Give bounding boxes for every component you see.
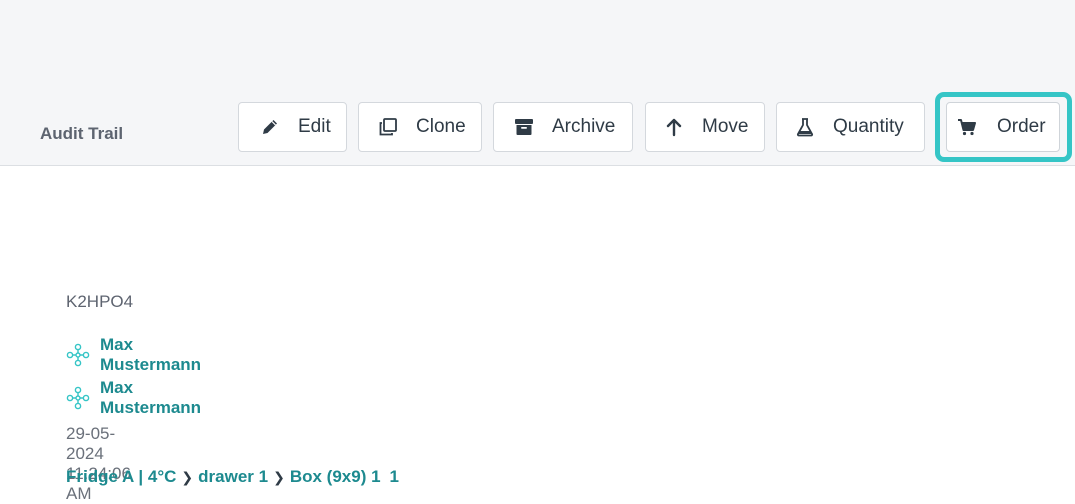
user-network-icon bbox=[66, 386, 90, 410]
edit-button[interactable]: Edit bbox=[238, 102, 347, 152]
location-box-link[interactable]: Box (9x9) 1 bbox=[290, 467, 381, 487]
chevron-right-icon: ❯ bbox=[181, 468, 194, 485]
flask-icon bbox=[793, 115, 817, 139]
copy-icon bbox=[376, 115, 400, 139]
clone-button-label: Clone bbox=[416, 116, 466, 137]
owner-user-link[interactable]: Max Mustermann bbox=[66, 378, 201, 418]
pencil-icon bbox=[258, 115, 282, 139]
move-button-label: Move bbox=[702, 116, 749, 137]
archive-button-label: Archive bbox=[552, 116, 616, 137]
audit-trail-link[interactable]: Audit Trail bbox=[40, 124, 123, 144]
move-button[interactable]: Move bbox=[645, 102, 765, 152]
edit-button-label: Edit bbox=[298, 116, 331, 137]
arrow-up-icon bbox=[662, 115, 686, 139]
location-position[interactable]: 1 bbox=[390, 467, 399, 487]
top-toolbar-area: Audit Trail Edit Clone Archive Move Quan… bbox=[0, 0, 1075, 166]
location-breadcrumb: Fridge A | 4°C ❯ drawer 1 ❯ Box (9x9) 1 … bbox=[66, 467, 399, 487]
shopping-cart-icon bbox=[955, 115, 979, 139]
quantity-button[interactable]: Quantity bbox=[776, 102, 925, 152]
timestamp: 29-05-2024 11:24:06 AM bbox=[66, 424, 131, 503]
order-button[interactable]: Order bbox=[946, 102, 1060, 152]
created-by-user-link[interactable]: Max Mustermann bbox=[66, 335, 201, 375]
owner-user-name: Max Mustermann bbox=[100, 378, 202, 417]
archive-box-icon bbox=[512, 115, 536, 139]
clone-button[interactable]: Clone bbox=[358, 102, 482, 152]
item-details: K2HPO4 Max Mustermann Max Mustermann 29-… bbox=[66, 292, 399, 503]
location-drawer-link[interactable]: drawer 1 bbox=[198, 467, 268, 487]
user-network-icon bbox=[66, 343, 90, 367]
quantity-button-label: Quantity bbox=[833, 116, 904, 137]
archive-button[interactable]: Archive bbox=[493, 102, 633, 152]
order-button-label: Order bbox=[997, 116, 1046, 137]
location-fridge-link[interactable]: Fridge A | 4°C bbox=[66, 467, 176, 487]
chevron-right-icon: ❯ bbox=[273, 468, 285, 485]
created-by-user-name: Max Mustermann bbox=[100, 335, 202, 374]
item-name: K2HPO4 bbox=[66, 292, 134, 311]
